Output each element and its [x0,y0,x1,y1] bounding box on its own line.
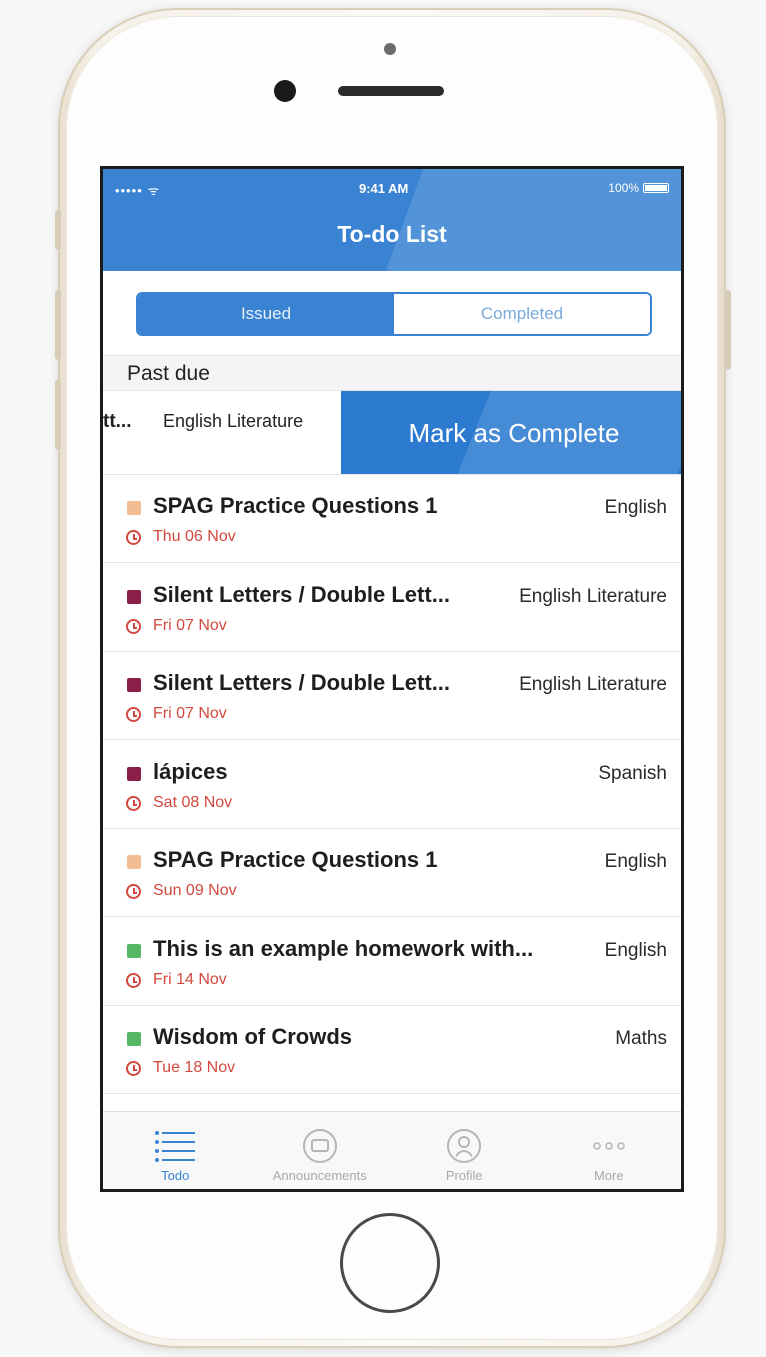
todo-title: Silent Letters / Double Lett... [153,670,451,695]
todo-row[interactable]: Wisdom of Crowds Maths Tue 18 Nov [103,1006,681,1094]
due-date: Fri 07 Nov [153,705,227,722]
clock-icon [126,795,141,811]
front-camera [274,80,296,102]
mark-as-complete-button[interactable]: Mark as Complete [341,391,681,474]
subject-color-swatch [127,678,141,692]
page-title: To-do List [337,221,447,247]
tab-announcements[interactable]: Announcements [248,1112,393,1189]
todo-title: lápices [153,758,228,784]
tab-more-label: More [593,1168,624,1183]
clock-icon [126,884,141,899]
status-time: 9:41 AM [359,181,409,196]
todo-row[interactable]: lápices Spanish Sat 08 Nov [103,740,681,829]
subject-color-swatch [127,589,141,604]
subject-color-swatch [127,855,141,869]
tab-todo[interactable]: Todo [103,1112,248,1189]
todo-row[interactable]: Silent Letters / Double Lett... English L… [103,652,681,740]
proximity-sensor [384,43,396,55]
todo-row[interactable]: This is an example homework with... Engli… [103,917,681,1006]
battery-status: 100% [608,181,669,195]
swiped-todo-row[interactable]: tt... English Literature Mark as Complet… [103,391,681,475]
profile-icon [446,1126,482,1166]
tab-more[interactable]: More [537,1112,682,1189]
due-date: Sat 08 Nov [153,793,233,811]
mute-switch [55,210,61,250]
clock-icon [126,707,141,722]
earpiece-speaker [338,86,444,96]
todo-subject: English Literature [163,411,304,431]
clock-icon [126,972,141,988]
section-header-past-due: Past due [103,355,681,391]
more-icon [589,1126,629,1166]
due-date: Thu 06 Nov [153,528,236,545]
list-icon [153,1126,197,1166]
volume-down-button [55,380,61,450]
due-date: Sun 09 Nov [153,882,237,899]
home-button[interactable] [340,1213,440,1313]
todo-row[interactable]: Silent Letters / Double Lett... English L… [103,563,681,652]
clock-icon [126,530,141,545]
volume-up-button [55,290,61,360]
tab-bar: Todo Announcements Profile More [103,1111,681,1189]
segment-completed[interactable]: Completed [394,294,650,334]
issued-completed-segmented-control: Issued Completed [136,292,652,336]
battery-percent: 100% [608,181,639,195]
todo-subject: English [604,939,667,961]
subject-color-swatch [127,501,141,515]
subject-color-swatch [127,766,141,781]
due-date: Fri 07 Nov [153,616,227,634]
todo-title: Silent Letters / Double Lett... [153,581,451,607]
subject-color-swatch [127,943,141,958]
navigation-bar: ••••• ᯤ 9:41 AM 100% To-do List [103,169,681,271]
announcements-icon [302,1126,338,1166]
clock-icon [126,1061,141,1076]
power-button [725,290,731,370]
tab-announcements-label: Announcements [272,1168,367,1183]
due-date: Fri 14 Nov [153,970,227,988]
todo-subject: English Literature [519,585,667,607]
tab-profile-label: Profile [445,1168,483,1183]
segment-issued[interactable]: Issued [138,294,394,334]
mark-as-complete-label: Mark as Complete [408,417,620,448]
todo-subject: English [604,497,667,518]
todo-subject: Spanish [598,762,667,784]
battery-icon [643,183,669,193]
todo-title: SPAG Practice Questions 1 [153,493,438,518]
tab-todo-label: Todo [161,1168,190,1183]
todo-title: SPAG Practice Questions 1 [153,847,438,872]
signal-indicator: ••••• ᯤ [115,183,161,198]
subject-color-swatch [127,1032,141,1046]
todo-row[interactable]: SPAG Practice Questions 1 English Thu 06 N… [103,475,681,563]
todo-title: This is an example homework with... [153,935,534,961]
todo-subject: English [604,851,667,872]
tab-profile[interactable]: Profile [392,1112,537,1189]
due-date: Tue 18 Nov [153,1059,236,1076]
todo-subject: English Literature [519,674,667,695]
todo-row[interactable]: SPAG Practice Questions 1 English Sun 09 N… [103,829,681,917]
clock-icon [126,618,141,634]
app-screen: ••••• ᯤ 9:41 AM 100% To-do List Issued C… [100,166,684,1192]
todo-subject: Maths [615,1028,667,1049]
todo-title: Wisdom of Crowds [153,1024,353,1049]
todo-title: tt... [103,411,132,432]
